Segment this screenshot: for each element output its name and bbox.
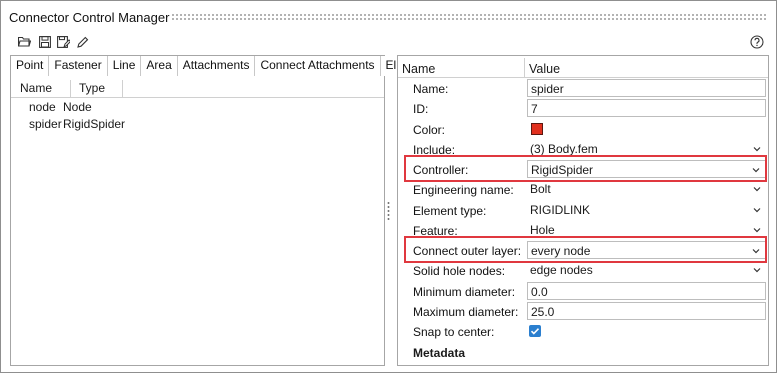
element-type-value: RIGIDLINK: [530, 203, 591, 217]
include-select[interactable]: (3) Body.fem: [527, 140, 766, 158]
feature-value: Hole: [530, 223, 555, 237]
property-row-connect-outer-layer: Connect outer layer: every node: [398, 240, 768, 260]
property-label: Snap to center:: [413, 325, 495, 339]
connect-outer-layer-select[interactable]: every node: [527, 241, 766, 259]
tab-connect-attachments[interactable]: Connect Attachments: [255, 56, 381, 76]
property-label: Include:: [413, 143, 456, 157]
property-row-element-type: Element type: RIGIDLINK: [398, 200, 768, 220]
save-as-icon[interactable]: [56, 34, 71, 49]
panel-splitter[interactable]: [387, 201, 390, 221]
chevron-down-icon: [752, 249, 760, 254]
list-item-name: spider: [29, 117, 62, 131]
controller-select[interactable]: RigidSpider: [527, 160, 766, 178]
property-header: Name Value: [398, 58, 768, 78]
chevron-down-icon: [753, 228, 761, 233]
edit-pencil-icon[interactable]: [75, 34, 90, 49]
chevron-down-icon: [753, 208, 761, 213]
property-row-color: Color:: [398, 119, 768, 139]
metadata-section-label[interactable]: Metadata: [413, 346, 465, 360]
connector-list-header: Name Type: [11, 80, 384, 98]
tab-point[interactable]: Point: [11, 56, 50, 76]
property-label: Feature:: [413, 224, 458, 238]
property-panel: Name Value Name: spider ID: 7 Color: Inc…: [397, 55, 769, 366]
property-label: Connect outer layer:: [413, 244, 522, 258]
list-item-type: Node: [63, 100, 92, 114]
list-item-type: RigidSpider: [63, 117, 126, 131]
column-header-name: Name: [402, 62, 436, 76]
property-label: Solid hole nodes:: [413, 264, 506, 278]
minimum-diameter-field[interactable]: 0.0: [527, 282, 766, 300]
name-field[interactable]: spider: [527, 79, 766, 97]
property-row-solid-hole-nodes: Solid hole nodes: edge nodes: [398, 260, 768, 280]
connector-control-manager-window: Connector Control Manager Point Fastener…: [0, 0, 777, 373]
property-row-id: ID: 7: [398, 98, 768, 118]
property-label: Maximum diameter:: [413, 305, 519, 319]
list-item-name: node: [29, 100, 56, 114]
column-divider[interactable]: [524, 58, 525, 78]
include-value: (3) Body.fem: [530, 142, 598, 156]
tab-area[interactable]: Area: [141, 56, 178, 76]
solid-hole-nodes-value: edge nodes: [530, 263, 593, 277]
list-item[interactable]: node Node: [11, 100, 384, 116]
solid-hole-nodes-select[interactable]: edge nodes: [527, 261, 766, 279]
property-label: Color:: [413, 123, 446, 137]
engineering-name-value: Bolt: [530, 182, 551, 196]
property-row-name: Name: spider: [398, 78, 768, 98]
toolbar: [1, 32, 776, 52]
window-title: Connector Control Manager: [9, 10, 170, 25]
chevron-down-icon: [753, 147, 761, 152]
property-row-engineering-name: Engineering name: Bolt: [398, 179, 768, 199]
property-label: Minimum diameter:: [413, 285, 516, 299]
color-swatch[interactable]: [531, 123, 543, 135]
checkmark-icon: [530, 328, 540, 335]
id-field[interactable]: 7: [527, 99, 766, 117]
property-row-include: Include: (3) Body.fem: [398, 139, 768, 159]
title-bar[interactable]: Connector Control Manager: [1, 1, 776, 31]
maximum-diameter-field[interactable]: 25.0: [527, 302, 766, 320]
column-header-type[interactable]: Type: [79, 81, 105, 95]
property-label: Name:: [413, 82, 449, 96]
column-divider[interactable]: [70, 80, 71, 98]
property-label: Element type:: [413, 204, 487, 218]
drag-grip[interactable]: [171, 13, 766, 21]
property-row-controller: Controller: RigidSpider: [398, 159, 768, 179]
list-item[interactable]: spider RigidSpider: [11, 117, 384, 133]
chevron-down-icon: [752, 168, 760, 173]
column-divider[interactable]: [122, 80, 123, 98]
property-row-maximum-diameter: Maximum diameter: 25.0: [398, 301, 768, 321]
tab-line[interactable]: Line: [107, 56, 142, 76]
property-row-feature: Feature: Hole: [398, 220, 768, 240]
property-row-minimum-diameter: Minimum diameter: 0.0: [398, 281, 768, 301]
connect-outer-layer-value: every node: [531, 244, 591, 258]
property-label: ID:: [413, 102, 429, 116]
connector-type-tabs: Point Fastener Line Area Attachments Con…: [11, 56, 419, 76]
engineering-name-select[interactable]: Bolt: [527, 180, 766, 198]
feature-select[interactable]: Hole: [527, 221, 766, 239]
controller-value: RigidSpider: [531, 163, 594, 177]
chevron-down-icon: [753, 187, 761, 192]
chevron-down-icon: [753, 268, 761, 273]
element-type-select[interactable]: RIGIDLINK: [527, 201, 766, 219]
property-label: Controller:: [413, 163, 469, 177]
tab-fastener[interactable]: Fastener: [49, 56, 108, 76]
open-folder-icon[interactable]: [17, 34, 32, 49]
help-icon[interactable]: [750, 35, 764, 49]
snap-to-center-checkbox[interactable]: [529, 325, 541, 337]
connector-list-panel: Point Fastener Line Area Attachments Con…: [10, 55, 419, 366]
property-label: Engineering name:: [413, 183, 514, 197]
tab-attachments[interactable]: Attachments: [177, 56, 256, 76]
column-header-value: Value: [529, 62, 561, 76]
save-icon[interactable]: [37, 34, 52, 49]
column-header-name[interactable]: Name: [20, 81, 52, 95]
property-row-snap-to-center: Snap to center:: [398, 321, 768, 341]
